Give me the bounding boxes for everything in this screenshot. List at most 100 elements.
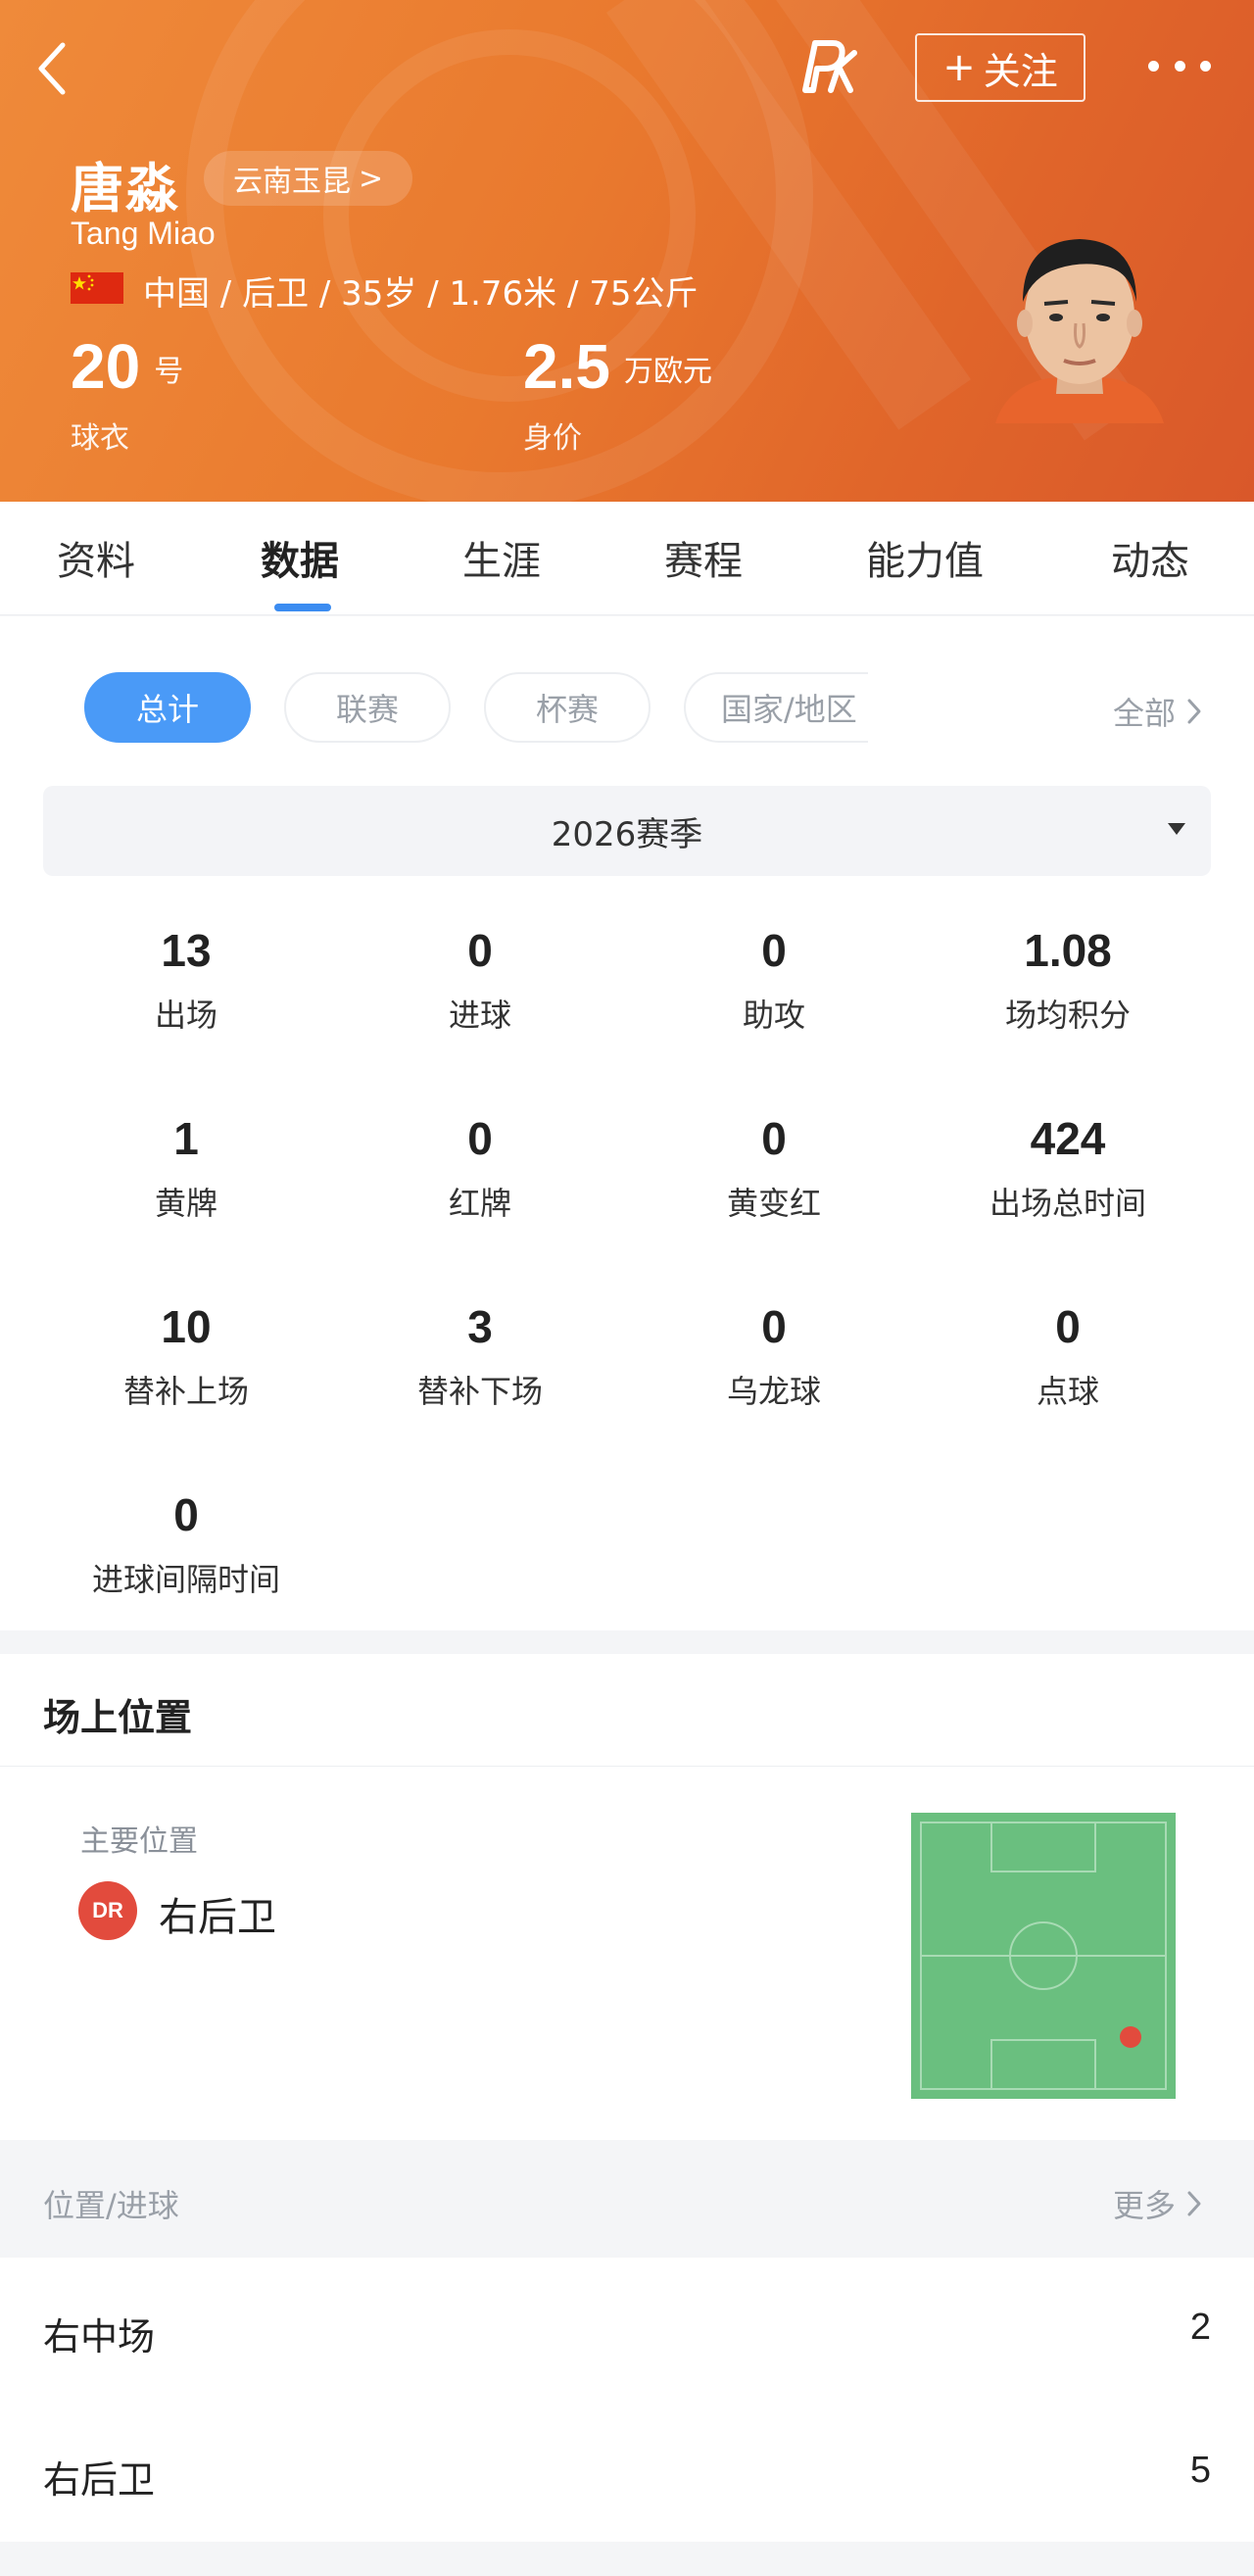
stat-penalties: 0 点球 — [921, 1304, 1215, 1412]
jersey-label: 球衣 — [71, 421, 129, 456]
follow-label: 关注 — [983, 49, 1058, 93]
position-goals-title: 位置/进球 — [43, 2187, 179, 2224]
chevron-right-icon — [1187, 2191, 1201, 2216]
stat-label: 出场 — [154, 996, 217, 1034]
list-item: 右中场 2 — [0, 2258, 1254, 2401]
stat-value: 0 — [467, 925, 493, 976]
chevron-right-icon: > — [359, 161, 384, 196]
caret-down-icon — [1168, 823, 1185, 835]
stat-label: 点球 — [1036, 1373, 1099, 1410]
more-icon — [1148, 60, 1159, 72]
follow-button[interactable]: + 关注 — [915, 33, 1085, 102]
position-badge: DR — [78, 1881, 137, 1940]
stat-label: 出场总时间 — [989, 1185, 1146, 1222]
active-tab-indicator — [274, 604, 331, 611]
player-english-name: Tang Miao — [71, 216, 216, 251]
more-icon — [1174, 60, 1185, 72]
jersey-number: 20 号 — [71, 335, 183, 398]
main-position-label: 主要位置 — [80, 1824, 198, 1859]
stat-value: 424 — [1030, 1113, 1106, 1164]
team-link[interactable]: 云南玉昆 > — [204, 151, 413, 206]
season-value: 2026赛季 — [551, 814, 703, 854]
position-goals-name: 右后卫 — [43, 2458, 156, 2502]
player-name: 唐淼 — [71, 158, 180, 219]
stat-label: 场均积分 — [1004, 996, 1131, 1034]
pk-logo-icon — [802, 40, 857, 93]
stat-sub-on: 10 替补上场 — [39, 1304, 333, 1412]
china-flag-icon — [71, 272, 123, 304]
stat-value: 1 — [173, 1113, 199, 1164]
position-name: 右后卫 — [159, 1895, 276, 1940]
stat-label: 替补下场 — [416, 1373, 543, 1410]
player-info-line: 中国 / 后卫 / 35岁 / 1.76米 / 75公斤 — [143, 274, 699, 314]
list-item: 右后卫 5 — [0, 2401, 1254, 2544]
market-value-label: 身价 — [523, 421, 582, 456]
stat-value: 10 — [161, 1301, 212, 1352]
season-dropdown[interactable]: 2026赛季 — [43, 786, 1211, 876]
tab-bar: 资料 数据 生涯 赛程 能力值 动态 — [0, 502, 1254, 615]
stat-value: 0 — [467, 1113, 493, 1164]
stat-red-cards: 0 红牌 — [333, 1116, 627, 1224]
position-goals-count: 2 — [1189, 2307, 1211, 2348]
stat-assists: 0 助攻 — [627, 928, 921, 1036]
position-goals-name: 右中场 — [43, 2315, 156, 2358]
jersey-number-value: 20 — [71, 331, 141, 402]
more-label: 更多 — [1113, 2187, 1177, 2224]
stat-goal-interval: 0 进球间隔时间 — [39, 1492, 333, 1600]
stats-card: 总计 联赛 杯赛 国家/地区 全部 2026赛季 13 出场 0 进球 0 助攻… — [0, 616, 1254, 1630]
position-goals-header: 位置/进球 更多 — [0, 2142, 1254, 2258]
tab-ability[interactable]: 能力值 — [866, 529, 984, 586]
stat-value: 0 — [173, 1489, 199, 1540]
tab-career[interactable]: 生涯 — [462, 529, 541, 586]
filter-total[interactable]: 总计 — [84, 672, 251, 743]
section-title: 场上位置 — [43, 1696, 193, 1739]
pk-button[interactable] — [796, 33, 860, 98]
more-button[interactable] — [1148, 51, 1211, 80]
stat-value: 0 — [761, 1301, 787, 1352]
stat-yellow-cards: 1 黄牌 — [39, 1116, 333, 1224]
stat-label: 黄变红 — [726, 1185, 821, 1222]
stat-label: 进球间隔时间 — [91, 1561, 280, 1598]
pitch-diagram — [911, 1813, 1176, 2099]
stat-value: 0 — [761, 1113, 787, 1164]
market-value-number: 2.5 — [523, 331, 610, 402]
more-link[interactable]: 更多 — [1113, 2181, 1203, 2226]
stat-label: 红牌 — [448, 1185, 511, 1222]
position-goals-list: 右中场 2 右后卫 5 — [0, 2258, 1254, 2542]
player-header: + 关注 唐淼 云南玉昆 > Tang Miao 中国 / 后卫 / 35岁 /… — [0, 0, 1254, 502]
team-name: 云南玉昆 — [233, 165, 351, 199]
all-filters-label: 全部 — [1113, 695, 1177, 732]
tab-news[interactable]: 动态 — [1111, 529, 1189, 586]
position-card: 场上位置 主要位置 DR 右后卫 — [0, 1654, 1254, 2140]
stat-points-per-game: 1.08 场均积分 — [921, 928, 1215, 1036]
stat-value: 3 — [467, 1301, 493, 1352]
stat-value: 0 — [1055, 1301, 1081, 1352]
position-goals-count: 5 — [1189, 2450, 1211, 2491]
tab-schedule[interactable]: 赛程 — [664, 529, 743, 586]
back-button[interactable] — [33, 39, 72, 98]
stat-appearances: 13 出场 — [39, 928, 333, 1036]
all-filters-link[interactable]: 全部 — [1113, 689, 1203, 734]
tab-data[interactable]: 数据 — [261, 529, 339, 586]
stat-sub-off: 3 替补下场 — [333, 1304, 627, 1412]
market-value-unit: 万欧元 — [623, 355, 712, 389]
filter-national[interactable]: 国家/地区 — [684, 672, 868, 743]
tab-profile[interactable]: 资料 — [57, 529, 135, 586]
plus-icon: + — [942, 45, 976, 90]
stat-own-goals: 0 乌龙球 — [627, 1304, 921, 1412]
stat-goals: 0 进球 — [333, 928, 627, 1036]
stat-label: 助攻 — [742, 996, 805, 1034]
back-icon — [38, 42, 66, 95]
stat-second-yellow: 0 黄变红 — [627, 1116, 921, 1224]
stat-value: 0 — [761, 925, 787, 976]
filter-league[interactable]: 联赛 — [284, 672, 451, 743]
stat-value: 1.08 — [1024, 925, 1112, 976]
stat-label: 乌龙球 — [726, 1373, 821, 1410]
stat-minutes-played: 424 出场总时间 — [921, 1116, 1215, 1224]
more-icon — [1200, 60, 1211, 72]
position-marker — [1120, 2026, 1141, 2048]
stat-label: 黄牌 — [154, 1185, 217, 1222]
filter-cup[interactable]: 杯赛 — [484, 672, 651, 743]
market-value: 2.5 万欧元 — [523, 335, 712, 398]
stat-value: 13 — [161, 925, 212, 976]
